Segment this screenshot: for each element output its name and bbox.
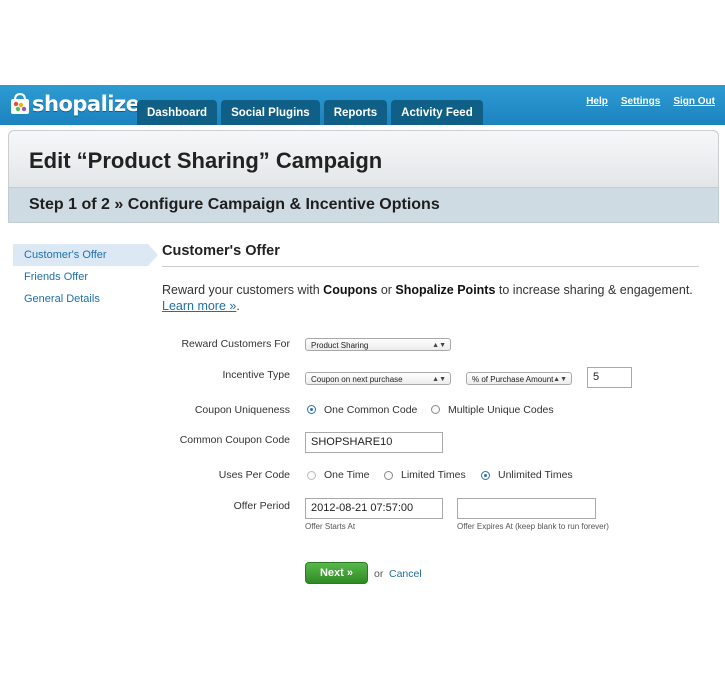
limited-times-radio[interactable] <box>384 471 393 480</box>
logo-text: shopalize <box>32 92 140 116</box>
shopalize-logo[interactable]: shopalize <box>10 90 140 118</box>
intro-text: Reward your customers with Coupons or Sh… <box>162 282 707 314</box>
cancel-link[interactable]: Cancel <box>389 568 422 580</box>
intro-text-part: . <box>236 299 240 313</box>
one-common-code-label: One Common Code <box>324 404 418 416</box>
offer-end-hint: Offer Expires At (keep blank to run fore… <box>457 522 609 531</box>
common-coupon-code-label: Common Coupon Code <box>179 434 290 446</box>
page-header: Edit “Product Sharing” Campaign <box>8 130 719 187</box>
uses-per-code-label: Uses Per Code <box>218 469 290 481</box>
section-divider <box>162 266 699 267</box>
incentive-type-value: Coupon on next purchase <box>311 375 403 384</box>
top-navigation-bar: shopalize Dashboard Social Plugins Repor… <box>0 85 725 125</box>
reward-for-select[interactable]: Product Sharing ▲▼ <box>305 338 451 351</box>
offer-start-hint: Offer Starts At <box>305 522 356 531</box>
sidebar-item-customers-offer[interactable]: Customer's Offer <box>13 244 158 266</box>
step-bar: Step 1 of 2 » Configure Campaign & Incen… <box>8 187 719 223</box>
tab-dashboard[interactable]: Dashboard <box>137 100 218 125</box>
incentive-unit-value: % of Purchase Amount <box>472 375 554 384</box>
incentive-type-select[interactable]: Coupon on next purchase ▲▼ <box>305 372 451 385</box>
shopalize-points-term: Shopalize Points <box>395 283 496 297</box>
one-common-code-radio[interactable] <box>307 405 316 414</box>
app-window: shopalize Dashboard Social Plugins Repor… <box>0 85 725 596</box>
incentive-type-label: Incentive Type <box>222 369 290 381</box>
coupon-uniqueness-label: Coupon Uniqueness <box>194 404 290 416</box>
intro-text-part: to increase sharing & engagement. <box>495 283 693 297</box>
select-arrows-icon: ▲▼ <box>432 342 446 349</box>
select-arrows-icon: ▲▼ <box>553 376 567 383</box>
one-time-radio[interactable] <box>307 471 316 480</box>
incentive-unit-select[interactable]: % of Purchase Amount ▲▼ <box>466 372 572 385</box>
sign-out-link[interactable]: Sign Out <box>673 96 715 107</box>
multiple-unique-codes-radio[interactable] <box>431 405 440 414</box>
main-tabs: Dashboard Social Plugins Reports Activit… <box>137 100 487 125</box>
next-button[interactable]: Next » <box>305 562 368 584</box>
offer-start-input[interactable]: 2012-08-21 07:57:00 <box>305 498 443 519</box>
shopping-bag-icon <box>10 92 30 115</box>
tab-activity-feed[interactable]: Activity Feed <box>391 100 483 125</box>
unlimited-times-radio[interactable] <box>481 471 490 480</box>
reward-for-value: Product Sharing <box>311 341 369 350</box>
or-separator: or <box>374 568 384 580</box>
step-title: Step 1 of 2 » Configure Campaign & Incen… <box>29 196 440 213</box>
page-title: Edit “Product Sharing” Campaign <box>29 148 383 173</box>
sidebar-item-general-details[interactable]: General Details <box>13 288 148 310</box>
help-link[interactable]: Help <box>586 96 608 107</box>
reward-for-label: Reward Customers For <box>181 338 290 350</box>
limited-times-label: Limited Times <box>401 469 466 481</box>
offer-end-input[interactable] <box>457 498 596 519</box>
tab-reports[interactable]: Reports <box>323 100 388 125</box>
select-arrows-icon: ▲▼ <box>432 376 446 383</box>
offer-period-label: Offer Period <box>233 500 290 512</box>
section-title: Customer's Offer <box>162 243 280 259</box>
unlimited-times-label: Unlimited Times <box>498 469 573 481</box>
coupons-term: Coupons <box>323 283 378 297</box>
settings-link[interactable]: Settings <box>621 96 660 107</box>
multiple-unique-codes-label: Multiple Unique Codes <box>448 404 554 416</box>
learn-more-link[interactable]: Learn more » <box>162 299 236 313</box>
intro-text-part: Reward your customers with <box>162 283 324 297</box>
one-time-label: One Time <box>324 469 370 481</box>
common-coupon-code-input[interactable]: SHOPSHARE10 <box>305 432 443 453</box>
intro-text-part: or <box>377 283 396 297</box>
tab-social-plugins[interactable]: Social Plugins <box>221 100 320 125</box>
account-links: Help Settings Sign Out <box>573 96 715 107</box>
sidebar-item-friends-offer[interactable]: Friends Offer <box>13 266 148 288</box>
incentive-amount-input[interactable]: 5 <box>587 367 632 388</box>
section-nav: Customer's Offer Friends Offer General D… <box>13 244 158 310</box>
